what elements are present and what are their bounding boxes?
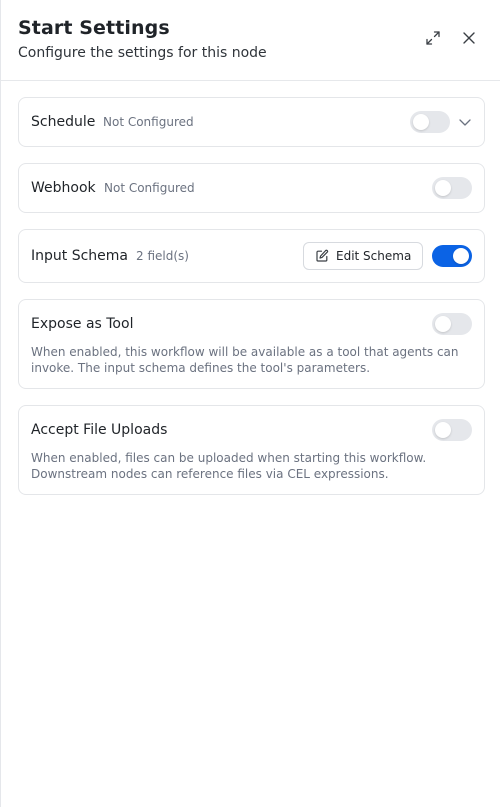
- start-settings-panel: Start Settings Configure the settings fo…: [0, 0, 500, 807]
- close-icon: [461, 30, 477, 50]
- schedule-expand-button[interactable]: [458, 116, 472, 130]
- schedule-status: Not Configured: [103, 115, 194, 129]
- expose-as-tool-title: Expose as Tool: [31, 316, 134, 332]
- schedule-title: Schedule: [31, 114, 96, 130]
- toggle-knob: [413, 114, 429, 130]
- accept-file-uploads-description: When enabled, files can be uploaded when…: [31, 451, 427, 481]
- expose-as-tool-card: Expose as Tool When enabled, this workfl…: [18, 299, 485, 389]
- close-button[interactable]: [459, 30, 479, 50]
- expose-as-tool-toggle[interactable]: [432, 313, 472, 335]
- panel-title: Start Settings: [18, 17, 170, 39]
- input-schema-toggle[interactable]: [432, 245, 472, 267]
- panel-subtitle: Configure the settings for this node: [18, 45, 267, 61]
- webhook-toggle[interactable]: [432, 177, 472, 199]
- toggle-knob: [453, 248, 469, 264]
- expose-as-tool-description: When enabled, this workflow will be avai…: [31, 345, 459, 375]
- webhook-status: Not Configured: [104, 181, 195, 195]
- edit-schema-label: Edit Schema: [336, 249, 412, 263]
- input-schema-card: Input Schema 2 field(s) Edit Schema: [18, 229, 485, 283]
- toggle-knob: [435, 422, 451, 438]
- toggle-knob: [435, 316, 451, 332]
- expand-button[interactable]: [423, 30, 443, 50]
- edit-schema-button[interactable]: Edit Schema: [303, 242, 424, 270]
- accept-file-uploads-toggle[interactable]: [432, 419, 472, 441]
- expand-icon: [425, 30, 441, 50]
- panel-header: Start Settings Configure the settings fo…: [1, 0, 500, 81]
- input-schema-status: 2 field(s): [136, 249, 189, 263]
- schedule-toggle[interactable]: [410, 111, 450, 133]
- chevron-down-icon: [458, 114, 472, 133]
- webhook-title: Webhook: [31, 180, 96, 196]
- schedule-card[interactable]: Schedule Not Configured: [18, 97, 485, 147]
- toggle-knob: [435, 180, 451, 196]
- input-schema-title: Input Schema: [31, 248, 128, 264]
- accept-file-uploads-title: Accept File Uploads: [31, 422, 168, 438]
- edit-icon: [315, 249, 336, 263]
- webhook-card: Webhook Not Configured: [18, 163, 485, 213]
- accept-file-uploads-card: Accept File Uploads When enabled, files …: [18, 405, 485, 495]
